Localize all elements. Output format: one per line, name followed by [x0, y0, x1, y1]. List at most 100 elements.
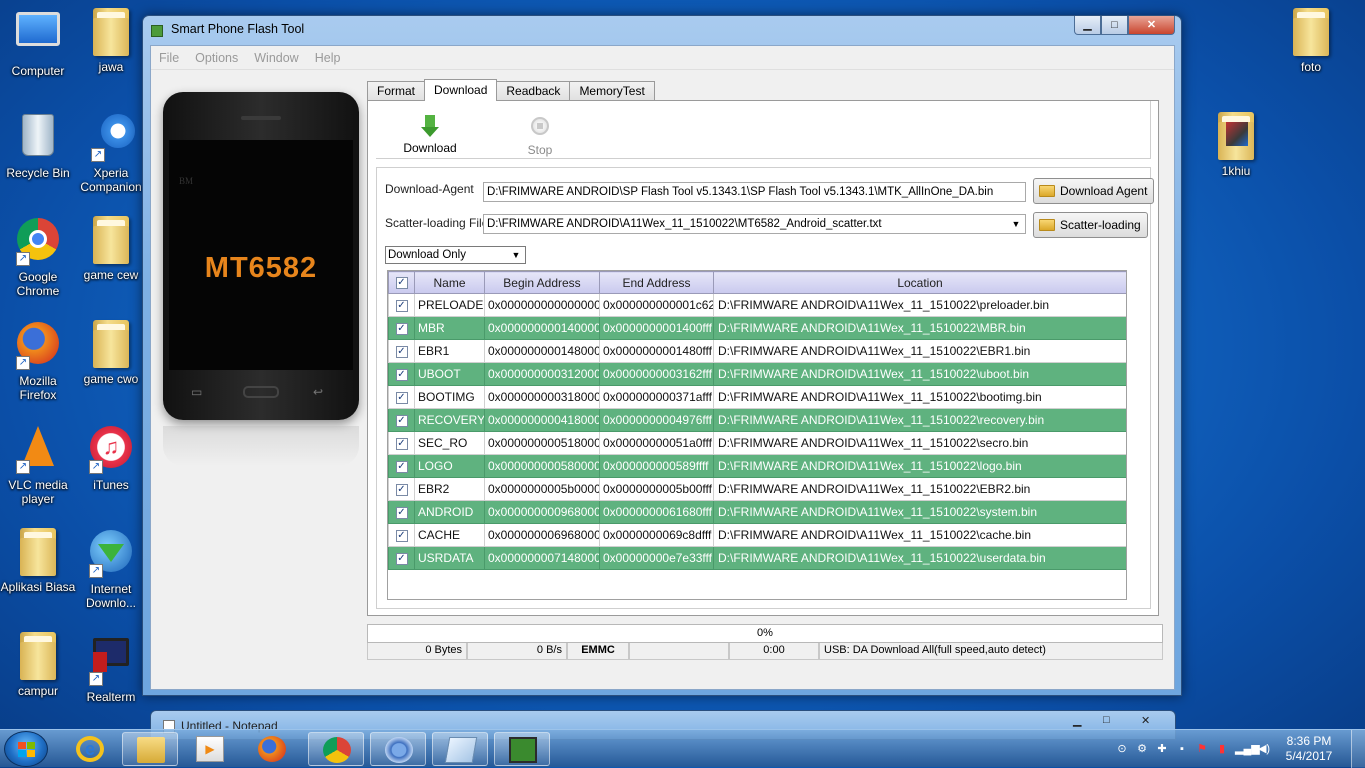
network-signal-icon[interactable]: ▂▄▆ [1235, 742, 1260, 756]
desktop-icon-jawa[interactable]: jawa [73, 8, 149, 74]
maximize-button[interactable]: □ [1101, 16, 1128, 35]
taskbar-notepad[interactable] [432, 732, 488, 766]
tray-icon-4[interactable]: ▪ [1175, 742, 1189, 756]
table-row[interactable]: ✓ EBR1 0x0000000001480000 0x000000000148… [388, 339, 1126, 363]
row-checkbox[interactable]: ✓ [388, 477, 415, 501]
file-location[interactable]: D:\FRIMWARE ANDROID\A11Wex_11_1510022\EB… [713, 477, 1126, 501]
row-checkbox[interactable]: ✓ [388, 431, 415, 455]
desktop-icon-computer[interactable]: Computer [0, 8, 76, 78]
tab-format[interactable]: Format [367, 81, 426, 101]
menu-options[interactable]: Options [195, 51, 238, 65]
file-location[interactable]: D:\FRIMWARE ANDROID\A11Wex_11_1510022\EB… [713, 339, 1126, 363]
tray-icon-2[interactable]: ⚙ [1135, 742, 1149, 756]
file-location[interactable]: D:\FRIMWARE ANDROID\A11Wex_11_1510022\lo… [713, 454, 1126, 478]
file-location[interactable]: D:\FRIMWARE ANDROID\A11Wex_11_1510022\ub… [713, 362, 1126, 386]
taskbar-media-player[interactable]: ▶ [182, 732, 238, 766]
table-row[interactable]: ✓ PRELOADER 0x0000000000000000 0x0000000… [388, 293, 1126, 317]
row-checkbox[interactable]: ✓ [388, 385, 415, 409]
file-location[interactable]: D:\FRIMWARE ANDROID\A11Wex_11_1510022\ca… [713, 523, 1126, 547]
taskbar-chrome[interactable] [308, 732, 364, 766]
file-location[interactable]: D:\FRIMWARE ANDROID\A11Wex_11_1510022\sy… [713, 500, 1126, 524]
chevron-down-icon[interactable]: ▼ [1009, 217, 1023, 231]
row-checkbox[interactable]: ✓ [388, 316, 415, 340]
chevron-down-icon[interactable]: ▼ [509, 248, 523, 262]
select-all-checkbox[interactable]: ✓ [388, 271, 415, 294]
desktop-icon-itunes[interactable]: ♫ ↗ iTunes [73, 424, 149, 492]
desktop-icon-google-chrome[interactable]: ↗ Google Chrome [0, 216, 76, 298]
stop-button[interactable]: Stop [510, 115, 570, 157]
tab-readback[interactable]: Readback [496, 81, 571, 101]
column-header-end[interactable]: End Address [599, 271, 714, 294]
battery-icon[interactable]: ▮ [1215, 742, 1229, 756]
clock[interactable]: 8:36 PM 5/4/2017 [1279, 734, 1339, 764]
table-row[interactable]: ✓ MBR 0x0000000001400000 0x0000000001400… [388, 316, 1126, 340]
desktop-icon-mozilla-firefox[interactable]: ↗ Mozilla Firefox [0, 320, 76, 402]
action-center-flag-icon[interactable]: ⚑ [1195, 742, 1209, 756]
row-checkbox[interactable]: ✓ [388, 523, 415, 547]
maximize-icon[interactable]: □ [1103, 714, 1110, 726]
close-button[interactable]: ✕ [1128, 16, 1175, 35]
desktop-icon-realterm[interactable]: ↗ Realterm [73, 632, 149, 704]
column-header-name[interactable]: Name [414, 271, 485, 294]
scatter-file-dropdown[interactable]: D:\FRIMWARE ANDROID\A11Wex_11_1510022\MT… [483, 214, 1026, 234]
download-button[interactable]: Download [400, 115, 460, 155]
taskbar-explorer[interactable] [122, 732, 178, 766]
close-icon[interactable]: ✕ [1141, 714, 1150, 727]
desktop-icon-vlc[interactable]: ↗ VLC media player [0, 424, 76, 506]
desktop-icon-game-cew[interactable]: game cew [73, 216, 149, 282]
table-row[interactable]: ✓ LOGO 0x0000000005800000 0x000000000589… [388, 454, 1126, 478]
file-location[interactable]: D:\FRIMWARE ANDROID\A11Wex_11_1510022\MB… [713, 316, 1126, 340]
desktop-icon-foto[interactable]: foto [1273, 8, 1349, 74]
file-location[interactable]: D:\FRIMWARE ANDROID\A11Wex_11_1510022\bo… [713, 385, 1126, 409]
desktop-icon-recycle-bin[interactable]: Recycle Bin [0, 112, 76, 180]
desktop-icon-aplikasi-biasa[interactable]: Aplikasi Biasa [0, 528, 76, 594]
start-button[interactable] [4, 731, 48, 767]
download-agent-field[interactable]: D:\FRIMWARE ANDROID\SP Flash Tool v5.134… [483, 182, 1026, 202]
volume-icon[interactable]: ◀) [1257, 742, 1271, 756]
table-row[interactable]: ✓ SEC_RO 0x0000000005180000 0x0000000005… [388, 431, 1126, 455]
title-bar[interactable]: Smart Phone Flash Tool ▁ □ ✕ [143, 16, 1181, 44]
row-checkbox[interactable]: ✓ [388, 362, 415, 386]
tray-icon-1[interactable]: ⊙ [1115, 742, 1129, 756]
menu-window[interactable]: Window [254, 51, 298, 65]
tray-icon-3[interactable]: ✚ [1155, 742, 1169, 756]
desktop-icon-1khiu[interactable]: 1khiu [1198, 112, 1274, 178]
scatter-loading-button[interactable]: Scatter-loading [1033, 212, 1148, 238]
taskbar-ie[interactable]: e [62, 732, 118, 766]
column-header-begin[interactable]: Begin Address [484, 271, 600, 294]
row-checkbox[interactable]: ✓ [388, 546, 415, 570]
desktop-icon-campur[interactable]: campur [0, 632, 76, 698]
tab-download[interactable]: Download [424, 79, 498, 101]
row-checkbox[interactable]: ✓ [388, 293, 415, 317]
table-row[interactable]: ✓ ANDROID 0x0000000009680000 0x000000006… [388, 500, 1126, 524]
table-row[interactable]: ✓ RECOVERY 0x0000000004180000 0x00000000… [388, 408, 1126, 432]
desktop-icon-xperia-companion[interactable]: ↗ Xperia Companion [73, 112, 149, 194]
file-location[interactable]: D:\FRIMWARE ANDROID\A11Wex_11_1510022\se… [713, 431, 1126, 455]
minimize-icon[interactable]: ▁ [1073, 714, 1081, 727]
table-row[interactable]: ✓ USRDATA 0x0000000071480000 0x00000000e… [388, 546, 1126, 570]
table-row[interactable]: ✓ EBR2 0x0000000005b00000 0x0000000005b0… [388, 477, 1126, 501]
table-row[interactable]: ✓ CACHE 0x0000000069680000 0x0000000069c… [388, 523, 1126, 547]
row-checkbox[interactable]: ✓ [388, 500, 415, 524]
tab-memorytest[interactable]: MemoryTest [569, 81, 655, 101]
minimize-button[interactable]: ▁ [1074, 16, 1101, 35]
download-agent-button[interactable]: Download Agent [1033, 178, 1155, 204]
table-row[interactable]: ✓ UBOOT 0x0000000003120000 0x00000000031… [388, 362, 1126, 386]
show-desktop-button[interactable] [1351, 730, 1365, 768]
file-location[interactable]: D:\FRIMWARE ANDROID\A11Wex_11_1510022\pr… [713, 293, 1126, 317]
download-mode-select[interactable]: Download Only ▼ [385, 246, 526, 264]
menu-file[interactable]: File [159, 51, 179, 65]
taskbar-firefox[interactable] [244, 732, 300, 766]
column-header-location[interactable]: Location [713, 271, 1126, 294]
table-row[interactable]: ✓ BOOTIMG 0x0000000003180000 0x000000000… [388, 385, 1126, 409]
row-checkbox[interactable]: ✓ [388, 408, 415, 432]
file-location[interactable]: D:\FRIMWARE ANDROID\A11Wex_11_1510022\re… [713, 408, 1126, 432]
row-checkbox[interactable]: ✓ [388, 454, 415, 478]
row-checkbox[interactable]: ✓ [388, 339, 415, 363]
menu-help[interactable]: Help [315, 51, 341, 65]
taskbar-chrome-secondary[interactable] [370, 732, 426, 766]
file-location[interactable]: D:\FRIMWARE ANDROID\A11Wex_11_1510022\us… [713, 546, 1126, 570]
taskbar-flash-tool[interactable] [494, 732, 550, 766]
desktop-icon-game-cwo[interactable]: game cwo [73, 320, 149, 386]
desktop-icon-internet-download-manager[interactable]: ↗ Internet Downlo... [73, 528, 149, 610]
